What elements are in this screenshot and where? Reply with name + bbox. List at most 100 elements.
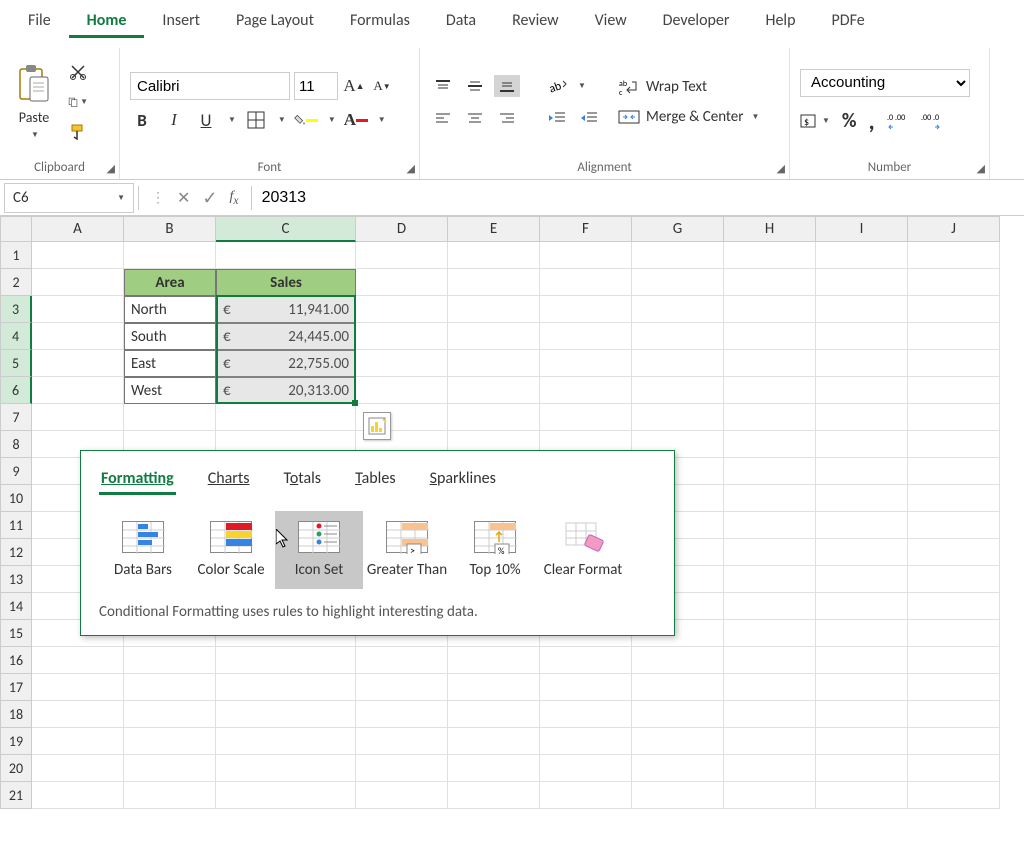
row-header[interactable]: 9 [0,458,32,485]
cell[interactable]: €22,755.00 [216,350,356,377]
row-header[interactable]: 15 [0,620,32,647]
align-left-button[interactable] [430,107,456,129]
row-header[interactable]: 7 [0,404,32,431]
copy-button[interactable]: ▼ [68,92,88,112]
number-format-select[interactable]: Accounting [800,69,970,97]
tab-developer[interactable]: Developer [645,3,748,38]
dialog-launcher-icon[interactable]: ◢ [407,162,415,175]
col-header[interactable]: I [816,216,908,242]
percent-button[interactable]: % [842,109,857,133]
cancel-icon[interactable]: ✕ [177,188,190,208]
qa-tab-charts[interactable]: Charts [206,465,252,495]
qa-tab-formatting[interactable]: Formatting [99,465,176,495]
name-box[interactable]: C6▼ [4,183,134,213]
font-size-select[interactable] [294,72,338,100]
row-header[interactable]: 1 [0,242,32,269]
row-header[interactable]: 18 [0,701,32,728]
row-header[interactable]: 17 [0,674,32,701]
dialog-launcher-icon[interactable]: ◢ [977,162,985,175]
increase-font-button[interactable]: A▲ [342,74,366,98]
align-right-button[interactable] [494,107,520,129]
qa-tab-tables[interactable]: Tables [353,465,398,495]
cut-button[interactable] [68,62,88,82]
row-header[interactable]: 19 [0,728,32,755]
col-header[interactable]: D [356,216,448,242]
row-header[interactable]: 16 [0,647,32,674]
row-header[interactable]: 8 [0,431,32,458]
col-header[interactable]: J [908,216,1000,242]
qa-item-top-10[interactable]: % Top 10% [451,511,539,589]
increase-decimal-button[interactable]: .0.00 [887,112,909,130]
row-header[interactable]: 13 [0,566,32,593]
qa-item-data-bars[interactable]: Data Bars [99,511,187,589]
paste-button[interactable]: Paste ▼ [10,61,58,144]
formula-input[interactable] [252,185,1024,211]
align-bottom-button[interactable] [494,75,520,97]
tab-insert[interactable]: Insert [144,3,218,38]
decrease-indent-button[interactable] [544,107,570,129]
qa-item-greater-than[interactable]: > Greater Than [363,511,451,589]
increase-indent-button[interactable] [576,107,602,129]
font-name-select[interactable] [130,72,290,100]
tab-file[interactable]: File [10,3,69,38]
enter-icon[interactable]: ✓ [202,187,217,209]
row-header[interactable]: 5 [0,350,32,377]
qa-tab-sparklines[interactable]: Sparklines [428,465,498,495]
accounting-format-button[interactable]: $▼ [800,112,830,130]
cell[interactable]: €20,313.00 [216,377,356,404]
row-header[interactable]: 20 [0,755,32,782]
spreadsheet-grid[interactable]: A B C D E F G H I J 1 2AreaSales 3North€… [0,216,1024,809]
cell[interactable]: South [124,323,216,350]
underline-button[interactable]: U [194,108,218,132]
fill-color-button[interactable] [294,108,318,132]
col-header[interactable]: F [540,216,632,242]
tab-data[interactable]: Data [428,3,494,38]
row-header[interactable]: 12 [0,539,32,566]
tab-pdf[interactable]: PDFe [813,3,882,38]
align-center-button[interactable] [462,107,488,129]
dialog-launcher-icon[interactable]: ◢ [777,162,785,175]
cell[interactable]: West [124,377,216,404]
cell[interactable]: Area [124,269,216,296]
quick-analysis-button[interactable] [363,412,391,440]
comma-button[interactable]: , [869,107,875,136]
col-header[interactable]: B [124,216,216,242]
col-header[interactable]: H [724,216,816,242]
fill-handle[interactable] [352,400,358,406]
dropdown-icon[interactable]: ⋮ [151,189,165,206]
tab-page-layout[interactable]: Page Layout [218,3,332,38]
row-header[interactable]: 11 [0,512,32,539]
align-top-button[interactable] [430,75,456,97]
font-color-button[interactable]: A [344,108,368,132]
tab-review[interactable]: Review [494,3,577,38]
decrease-font-button[interactable]: A▼ [370,74,394,98]
col-header[interactable]: G [632,216,724,242]
cell[interactable]: East [124,350,216,377]
qa-tab-totals[interactable]: Totals [281,465,323,495]
format-painter-button[interactable] [68,122,88,142]
cell[interactable]: North [124,296,216,323]
borders-button[interactable] [244,108,268,132]
fx-icon[interactable]: fx [230,189,239,207]
col-header[interactable]: E [448,216,540,242]
row-header[interactable]: 2 [0,269,32,296]
tab-formulas[interactable]: Formulas [332,3,428,38]
cell[interactable]: €24,445.00 [216,323,356,350]
qa-item-icon-set[interactable]: Icon Set [275,511,363,589]
col-header[interactable]: C [216,216,356,242]
cell[interactable]: €11,941.00 [216,296,356,323]
orientation-button[interactable]: ab [544,75,570,97]
align-middle-button[interactable] [462,75,488,97]
wrap-text-button[interactable]: abc Wrap Text [618,78,759,96]
italic-button[interactable]: I [162,108,186,132]
tab-home[interactable]: Home [69,3,145,38]
bold-button[interactable]: B [130,108,154,132]
tab-help[interactable]: Help [747,3,813,38]
qa-item-clear-format[interactable]: Clear Format [539,511,627,589]
row-header[interactable]: 21 [0,782,32,809]
merge-center-button[interactable]: Merge & Center ▼ [618,108,759,126]
qa-item-color-scale[interactable]: Color Scale [187,511,275,589]
row-header[interactable]: 6 [0,377,32,404]
tab-view[interactable]: View [577,3,645,38]
decrease-decimal-button[interactable]: .00.0 [921,112,943,130]
